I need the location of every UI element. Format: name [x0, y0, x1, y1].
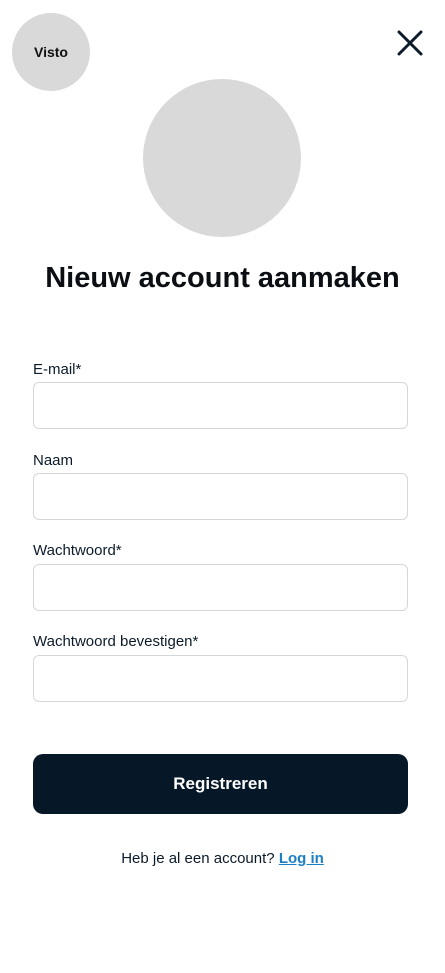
logo-text: Visto	[34, 44, 68, 60]
confirm-password-field[interactable]	[33, 655, 408, 702]
name-field[interactable]	[33, 473, 408, 520]
register-button[interactable]: Registreren	[33, 754, 408, 814]
close-button[interactable]	[393, 26, 427, 60]
login-prompt: Heb je al een account? Log in	[0, 849, 445, 869]
password-field[interactable]	[33, 564, 408, 611]
confirm-password-label: Wachtwoord bevestigen*	[33, 633, 199, 650]
page-title: Nieuw account aanmaken	[45, 262, 400, 294]
password-label: Wachtwoord*	[33, 542, 122, 559]
avatar-placeholder	[143, 79, 301, 237]
email-label: E-mail*	[33, 361, 82, 378]
login-link[interactable]: Log in	[279, 850, 324, 867]
close-icon	[397, 30, 423, 56]
email-field[interactable]	[33, 382, 408, 429]
login-prompt-text: Heb je al een account?	[121, 850, 275, 867]
name-label: Naam	[33, 452, 74, 469]
logo: Visto	[12, 13, 90, 91]
